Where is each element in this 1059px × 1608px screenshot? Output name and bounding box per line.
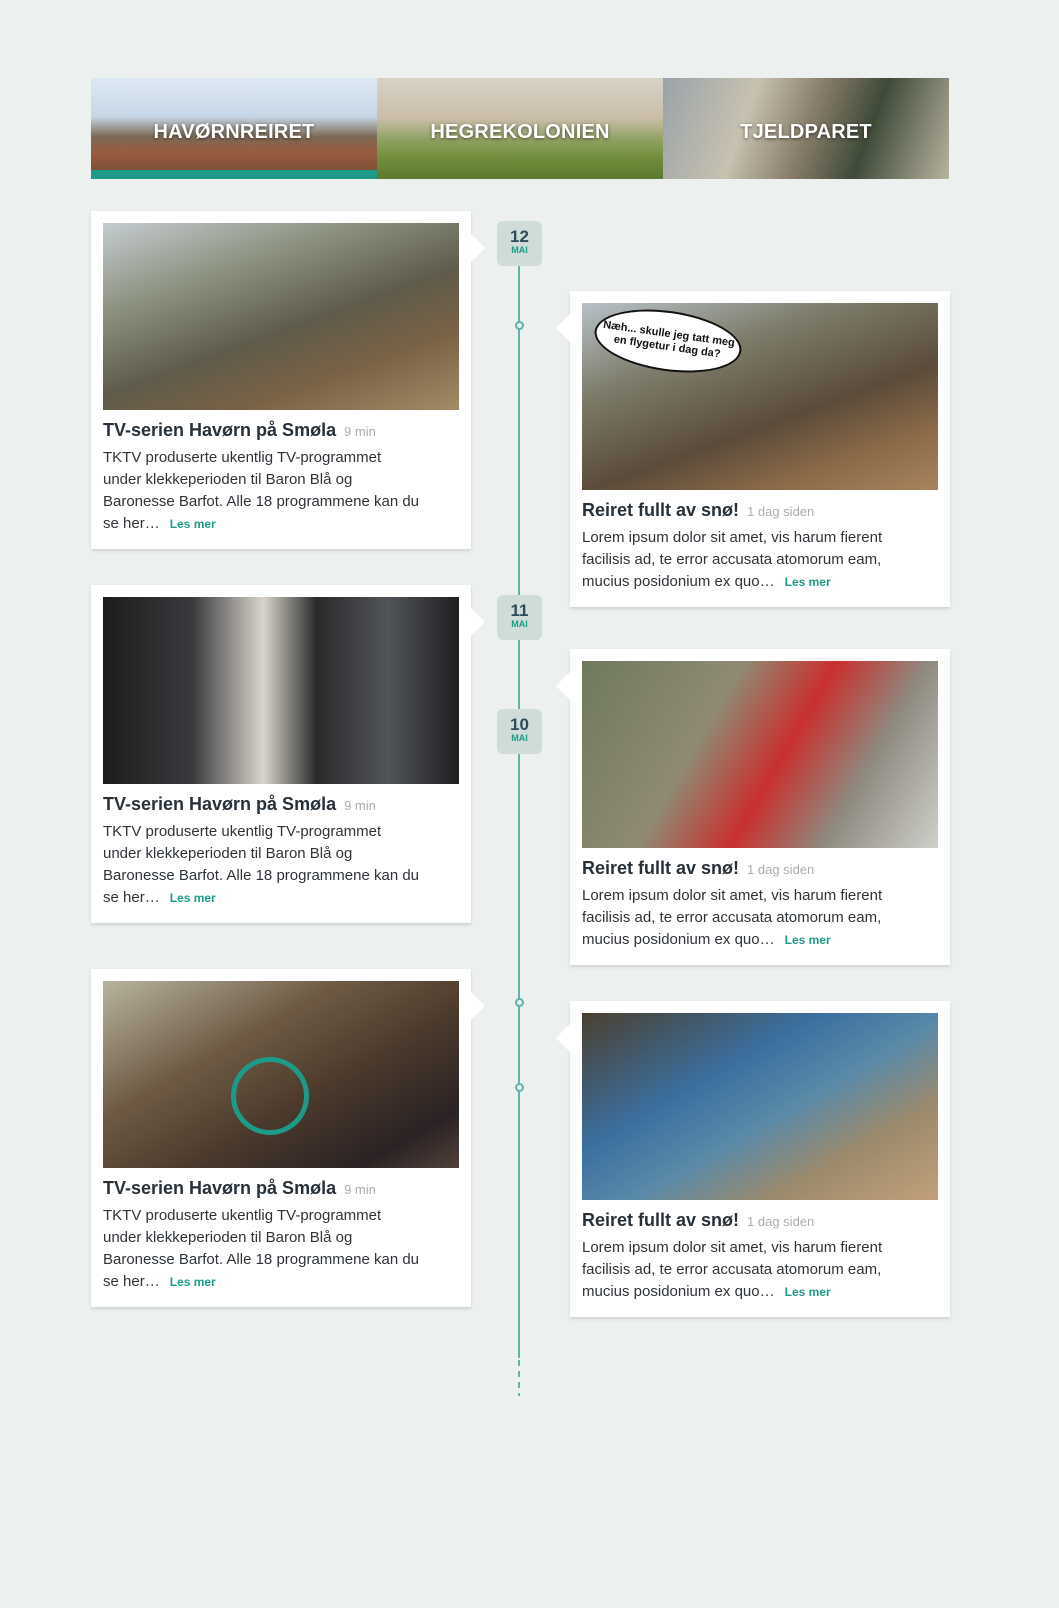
post-title[interactable]: TV-serien Havørn på Smøla 9 min — [103, 420, 459, 441]
post-meta: 9 min — [344, 798, 376, 813]
tab-hegrekolonien[interactable]: HEGREKOLONIEN — [377, 78, 663, 179]
post-title[interactable]: TV-serien Havørn på Smøla 9 min — [103, 1178, 459, 1199]
post-image[interactable] — [103, 223, 459, 410]
date-badge: 12 MAI — [497, 221, 542, 266]
read-more-link[interactable]: Les mer — [170, 891, 216, 905]
tab-label: HEGREKOLONIEN — [430, 121, 610, 143]
date-month: MAI — [511, 619, 528, 629]
read-more-link[interactable]: Les mer — [170, 1275, 216, 1289]
tab-label: HAVØRNREIRET — [153, 121, 315, 143]
post-meta: 9 min — [344, 1182, 376, 1197]
read-more-link[interactable]: Les mer — [170, 517, 216, 531]
post-card[interactable]: Næh... skulle jeg tatt meg en flygetur i… — [556, 291, 950, 607]
post-meta: 1 dag siden — [747, 1214, 815, 1229]
post-meta: 9 min — [344, 424, 376, 439]
post-image[interactable]: Næh... skulle jeg tatt meg en flygetur i… — [582, 303, 938, 490]
post-card[interactable]: TV-serien Havørn på Smøla 9 min TKTV prod… — [91, 585, 485, 923]
post-excerpt: TKTV produserte ukentlig TV-programmet u… — [103, 823, 420, 906]
post-image[interactable] — [582, 661, 938, 848]
date-day: 10 — [510, 715, 529, 734]
category-tabs: HAVØRNREIRET HEGREKOLONIEN TJELDPARET — [91, 78, 949, 179]
date-badge: 11 MAI — [497, 595, 542, 640]
post-excerpt: Lorem ipsum dolor sit amet, vis harum fi… — [582, 887, 883, 948]
tab-label: TJELDPARET — [740, 121, 872, 143]
post-title[interactable]: TV-serien Havørn på Smøla 9 min — [103, 794, 459, 815]
read-more-link[interactable]: Les mer — [785, 1285, 831, 1299]
timeline-line — [518, 248, 520, 1358]
post-image[interactable] — [103, 981, 459, 1168]
date-month: MAI — [511, 245, 528, 255]
tab-havornreiret[interactable]: HAVØRNREIRET — [91, 78, 377, 179]
date-day: 12 — [510, 227, 529, 246]
date-month: MAI — [511, 733, 528, 743]
post-excerpt: TKTV produserte ukentlig TV-programmet u… — [103, 1207, 420, 1290]
timeline-continuation — [518, 1360, 520, 1396]
post-card[interactable]: TV-serien Havørn på Smøla 9 min TKTV prod… — [91, 211, 485, 549]
timeline-dot — [515, 321, 524, 330]
post-meta: 1 dag siden — [747, 862, 815, 877]
post-meta: 1 dag siden — [747, 504, 815, 519]
post-title[interactable]: Reiret fullt av snø! 1 dag siden — [582, 1210, 938, 1231]
post-title[interactable]: Reiret fullt av snø! 1 dag siden — [582, 858, 938, 879]
speech-bubble: Næh... skulle jeg tatt meg en flygetur i… — [590, 303, 746, 382]
read-more-link[interactable]: Les mer — [785, 575, 831, 589]
tab-tjeldparet[interactable]: TJELDPARET — [663, 78, 949, 179]
timeline-dot — [515, 1083, 524, 1092]
post-card[interactable]: Reiret fullt av snø! 1 dag siden Lorem ip… — [556, 649, 950, 965]
post-excerpt: Lorem ipsum dolor sit amet, vis harum fi… — [582, 1239, 883, 1300]
post-title[interactable]: Reiret fullt av snø! 1 dag siden — [582, 500, 938, 521]
post-card[interactable]: Reiret fullt av snø! 1 dag siden Lorem ip… — [556, 1001, 950, 1317]
post-image[interactable] — [103, 597, 459, 784]
date-day: 11 — [510, 601, 529, 620]
post-card[interactable]: TV-serien Havørn på Smøla 9 min TKTV prod… — [91, 969, 485, 1307]
date-badge: 10 MAI — [497, 709, 542, 754]
post-excerpt: Lorem ipsum dolor sit amet, vis harum fi… — [582, 529, 883, 590]
post-image[interactable] — [582, 1013, 938, 1200]
read-more-link[interactable]: Les mer — [785, 933, 831, 947]
active-tab-indicator — [91, 170, 377, 179]
highlight-circle — [231, 1057, 309, 1135]
timeline-dot — [515, 998, 524, 1007]
post-excerpt: TKTV produserte ukentlig TV-programmet u… — [103, 449, 420, 532]
